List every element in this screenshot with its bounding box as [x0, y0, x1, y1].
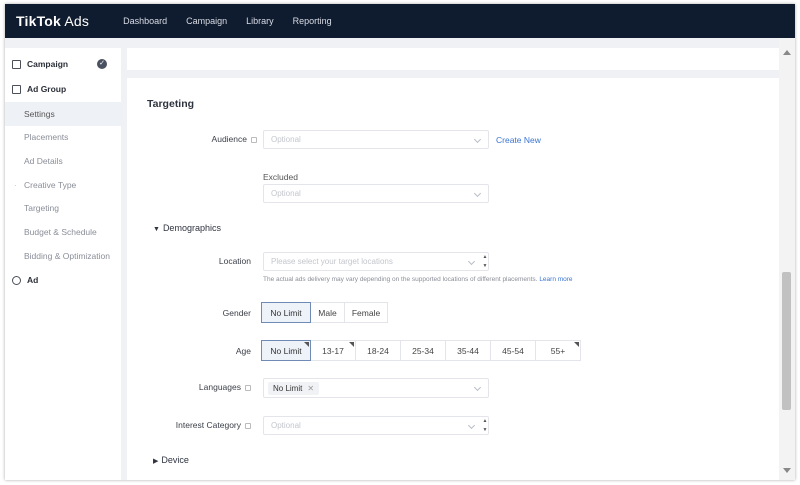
scroll-down-icon[interactable]: [783, 468, 791, 473]
check-circle-icon: ✓: [97, 59, 107, 69]
interest-category-select[interactable]: Optional ▲ ▼: [263, 416, 489, 435]
sidebar-item-label: Budget & Schedule: [24, 227, 97, 237]
chevron-down-icon: [473, 135, 482, 144]
chevron-down-icon: [473, 189, 482, 198]
sidebar-item-label: Ad Details: [24, 156, 63, 166]
stepper-arrows-icon: ▲ ▼: [482, 418, 488, 433]
audience-label: Audience: [187, 134, 257, 144]
caret-down-icon: ▼: [153, 226, 160, 233]
caret-right-icon: ▶: [153, 458, 159, 465]
sidebar-item-settings[interactable]: Settings: [5, 102, 121, 126]
gender-option-male[interactable]: Male: [310, 302, 345, 323]
excluded-select[interactable]: Optional: [263, 184, 489, 203]
learn-more-link[interactable]: Learn more: [539, 276, 572, 283]
sidebar-item-placements[interactable]: Placements: [5, 125, 121, 149]
info-icon[interactable]: [245, 384, 251, 391]
sidebar-item-campaign[interactable]: Campaign ✓: [5, 52, 121, 76]
age-option-18-24[interactable]: 18-24: [355, 340, 401, 361]
section-title: Targeting: [147, 98, 195, 110]
sidebar-item-label: Placements: [24, 132, 69, 142]
location-select[interactable]: Please select your target locations ▲ ▼: [263, 252, 489, 271]
gender-selector: No Limit Male Female: [261, 302, 388, 323]
scrollbar-thumb[interactable]: [782, 272, 791, 410]
languages-select[interactable]: No Limit ✕: [263, 378, 489, 398]
location-label: Location: [218, 256, 251, 266]
device-toggle[interactable]: ▶ Device: [153, 455, 189, 465]
age-option-55-plus[interactable]: 55+: [535, 340, 581, 361]
ad-group-icon: [12, 84, 21, 94]
nav-reporting[interactable]: Reporting: [293, 16, 332, 26]
app-window: TikTok Ads Dashboard Campaign Library Re…: [5, 4, 795, 480]
language-tag: No Limit ✕: [268, 381, 320, 395]
scroll-up-icon[interactable]: [783, 50, 791, 55]
main-nav: Dashboard Campaign Library Reporting: [123, 16, 351, 26]
chevron-down-icon: [467, 257, 476, 266]
location-placeholder: Please select your target locations: [271, 257, 393, 266]
location-note: The actual ads delivery may vary dependi…: [263, 276, 573, 283]
excluded-label: Excluded: [263, 172, 298, 182]
excluded-placeholder: Optional: [271, 189, 301, 198]
info-icon[interactable]: [251, 136, 257, 143]
sidebar-item-ad[interactable]: Ad: [5, 268, 121, 292]
audience-select[interactable]: Optional: [263, 130, 489, 149]
demographics-toggle[interactable]: ▼ Demographics: [153, 223, 221, 233]
gender-label: Gender: [222, 308, 251, 318]
nav-campaign[interactable]: Campaign: [186, 16, 227, 26]
languages-label: Languages: [177, 382, 251, 392]
stepper-arrows-icon: ▲ ▼: [482, 254, 488, 269]
sidebar-item-label: Ad: [27, 275, 39, 285]
sidebar-item-label: Creative Type: [24, 180, 77, 190]
sidebar-item-label: Ad Group: [27, 84, 67, 94]
age-option-13-17[interactable]: 13-17: [310, 340, 356, 361]
targeting-panel: Targeting Audience Optional Create New E…: [127, 78, 779, 480]
age-option-25-34[interactable]: 25-34: [400, 340, 446, 361]
age-option-45-54[interactable]: 45-54: [490, 340, 536, 361]
sidebar-item-label: Bidding & Optimization: [24, 251, 110, 261]
age-option-no-limit[interactable]: No Limit: [261, 340, 311, 361]
close-icon[interactable]: ✕: [307, 384, 314, 393]
age-selector: No Limit 13-17 18-24 25-34 35-44 45-54 5…: [261, 340, 581, 361]
interest-category-label: Interest Category: [167, 420, 251, 430]
age-label: Age: [235, 346, 251, 356]
vertical-scrollbar[interactable]: [779, 38, 795, 480]
previous-section-panel: [127, 48, 779, 70]
age-option-35-44[interactable]: 35-44: [445, 340, 491, 361]
sidebar-item-ad-group[interactable]: Ad Group: [5, 77, 121, 101]
nav-library[interactable]: Library: [246, 16, 274, 26]
tiktok-ads-logo[interactable]: TikTok Ads: [16, 13, 89, 29]
campaign-icon: [12, 59, 21, 69]
top-nav-bar: TikTok Ads Dashboard Campaign Library Re…: [5, 4, 795, 38]
sidebar-item-bidding-optimization[interactable]: Bidding & Optimization: [5, 244, 121, 268]
sidebar-item-targeting[interactable]: Targeting: [5, 196, 121, 220]
info-icon[interactable]: [245, 422, 251, 429]
bullet-icon: ·: [14, 180, 17, 190]
sidebar: Campaign ✓ Ad Group Settings Placements …: [5, 48, 121, 480]
chevron-down-icon: [467, 421, 476, 430]
nav-dashboard[interactable]: Dashboard: [123, 16, 167, 26]
sidebar-item-ad-details[interactable]: Ad Details: [5, 149, 121, 173]
sidebar-item-budget-schedule[interactable]: Budget & Schedule: [5, 220, 121, 244]
audience-placeholder: Optional: [271, 135, 301, 144]
sidebar-item-label: Campaign: [27, 59, 69, 69]
interest-placeholder: Optional: [271, 421, 301, 430]
create-new-link[interactable]: Create New: [496, 135, 541, 145]
ad-bulb-icon: [12, 275, 21, 285]
sidebar-item-label: Targeting: [24, 203, 59, 213]
sidebar-item-label: Settings: [24, 109, 55, 119]
gender-option-no-limit[interactable]: No Limit: [261, 302, 311, 323]
chevron-down-icon: [473, 383, 482, 392]
gender-option-female[interactable]: Female: [344, 302, 388, 323]
sidebar-item-creative-type[interactable]: · Creative Type: [5, 173, 121, 197]
